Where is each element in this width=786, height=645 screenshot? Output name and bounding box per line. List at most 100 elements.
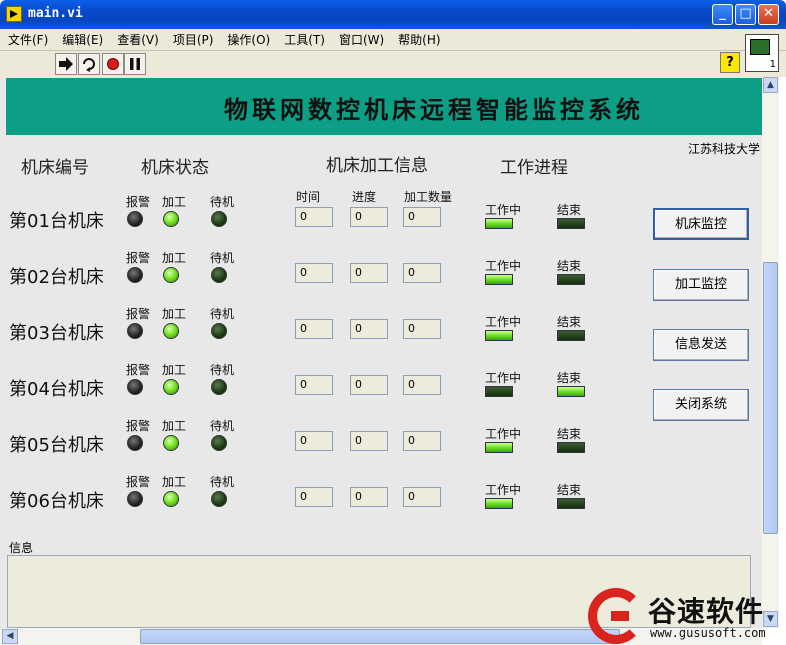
close-system-button[interactable]: 关闭系统 [653, 389, 749, 421]
time-field[interactable]: 0 [295, 487, 333, 507]
quantity-field[interactable]: 0 [403, 487, 441, 507]
vi-icon: 1 [745, 34, 779, 72]
quantity-field[interactable]: 0 [403, 263, 441, 283]
finished-indicator [557, 386, 585, 397]
time-field[interactable]: 0 [295, 375, 333, 395]
machine-name: 第04台机床 [9, 379, 104, 400]
menu-view[interactable]: 查看(V) [117, 31, 159, 48]
machining-label: 加工 [162, 307, 187, 321]
working-label: 工作中 [485, 483, 522, 497]
menu-file[interactable]: 文件(F) [8, 31, 48, 48]
alarm-led [127, 435, 143, 451]
quantity-field[interactable]: 0 [403, 375, 441, 395]
machining-label: 加工 [162, 363, 187, 377]
window-title: main.vi [28, 6, 83, 21]
quantity-field[interactable]: 0 [403, 431, 441, 451]
run-continuous-button[interactable] [78, 53, 100, 75]
progress-field[interactable]: 0 [350, 375, 388, 395]
time-field[interactable]: 0 [295, 319, 333, 339]
vertical-scroll-thumb[interactable] [763, 262, 778, 534]
machining-led [163, 211, 179, 227]
machining-led [163, 491, 179, 507]
time-label: 时间 [296, 190, 321, 204]
machining-monitor-button[interactable]: 加工监控 [653, 269, 749, 301]
labview-app-icon [6, 6, 22, 22]
menu-help[interactable]: 帮助(H) [398, 31, 440, 48]
alarm-led [127, 491, 143, 507]
quantity-field[interactable]: 0 [403, 319, 441, 339]
menu-tools[interactable]: 工具(T) [284, 31, 325, 48]
machining-led [163, 435, 179, 451]
finished-indicator [557, 274, 585, 285]
close-button[interactable]: ✕ [758, 4, 779, 25]
machine-row: 第01台机床 报警 加工 待机 时间 进度 加工数量 0 0 0 工作中 结束 [0, 187, 760, 243]
working-indicator [485, 386, 513, 397]
maximize-button[interactable]: □ [735, 4, 756, 25]
working-indicator [485, 218, 513, 229]
machine-monitor-button[interactable]: 机床监控 [653, 208, 749, 240]
machining-label: 加工 [162, 195, 187, 209]
pause-button[interactable] [124, 53, 146, 75]
system-title: 物联网数控机床远程智能监控系统 [224, 95, 644, 124]
time-field[interactable]: 0 [295, 207, 333, 227]
machining-led [163, 267, 179, 283]
working-indicator [485, 498, 513, 509]
working-label: 工作中 [485, 371, 522, 385]
menu-edit[interactable]: 编辑(E) [62, 31, 103, 48]
progress-label: 进度 [352, 190, 377, 204]
standby-led [211, 323, 227, 339]
context-help-button[interactable]: ? [720, 52, 740, 73]
progress-field[interactable]: 0 [350, 487, 388, 507]
alarm-label: 报警 [126, 363, 151, 377]
machine-row: 第05台机床 报警 加工 待机 0 0 0 工作中 结束 [0, 411, 760, 467]
menu-bar: 文件(F) 编辑(E) 查看(V) 项目(P) 操作(O) 工具(T) 窗口(W… [0, 29, 786, 51]
machine-name: 第03台机床 [9, 323, 104, 344]
progress-field[interactable]: 0 [350, 263, 388, 283]
machine-row: 第06台机床 报警 加工 待机 0 0 0 工作中 结束 [0, 467, 760, 523]
vi-icon-number: 1 [769, 59, 776, 70]
scroll-left-arrow-icon[interactable]: ◀ [2, 629, 18, 644]
vi-icon-graphic [750, 39, 770, 55]
machining-led [163, 379, 179, 395]
time-field[interactable]: 0 [295, 431, 333, 451]
alarm-label: 报警 [126, 475, 151, 489]
standby-label: 待机 [210, 475, 235, 489]
finished-label: 结束 [557, 259, 582, 273]
finished-indicator [557, 442, 585, 453]
run-button[interactable] [55, 53, 77, 75]
quantity-label: 加工数量 [404, 190, 453, 204]
alarm-led [127, 267, 143, 283]
standby-led [211, 491, 227, 507]
scroll-up-arrow-icon[interactable]: ▲ [763, 77, 778, 93]
standby-led [211, 211, 227, 227]
machining-label: 加工 [162, 251, 187, 265]
quantity-field[interactable]: 0 [403, 207, 441, 227]
alarm-led [127, 323, 143, 339]
time-field[interactable]: 0 [295, 263, 333, 283]
alarm-label: 报警 [126, 307, 151, 321]
vertical-scrollbar[interactable]: ▲ ▼ [762, 77, 779, 628]
alarm-led [127, 211, 143, 227]
progress-field[interactable]: 0 [350, 431, 388, 451]
run-arrow-icon [59, 57, 73, 71]
working-indicator [485, 274, 513, 285]
abort-button[interactable] [102, 53, 124, 75]
run-continuous-icon [83, 58, 95, 72]
finished-indicator [557, 498, 585, 509]
standby-label: 待机 [210, 307, 235, 321]
working-indicator [485, 442, 513, 453]
alarm-label: 报警 [126, 195, 151, 209]
front-panel: 物联网数控机床远程智能监控系统 江苏科技大学 机床编号 机床状态 机床加工信息 … [0, 77, 762, 628]
working-label: 工作中 [485, 259, 522, 273]
working-label: 工作中 [485, 203, 522, 217]
standby-led [211, 435, 227, 451]
horizontal-scroll-thumb[interactable] [140, 629, 620, 644]
menu-project[interactable]: 项目(P) [173, 31, 214, 48]
progress-field[interactable]: 0 [350, 319, 388, 339]
progress-field[interactable]: 0 [350, 207, 388, 227]
minimize-button[interactable]: _ [712, 4, 733, 25]
send-info-button[interactable]: 信息发送 [653, 329, 749, 361]
menu-operate[interactable]: 操作(O) [227, 31, 270, 48]
menu-window[interactable]: 窗口(W) [339, 31, 384, 48]
alarm-label: 报警 [126, 251, 151, 265]
